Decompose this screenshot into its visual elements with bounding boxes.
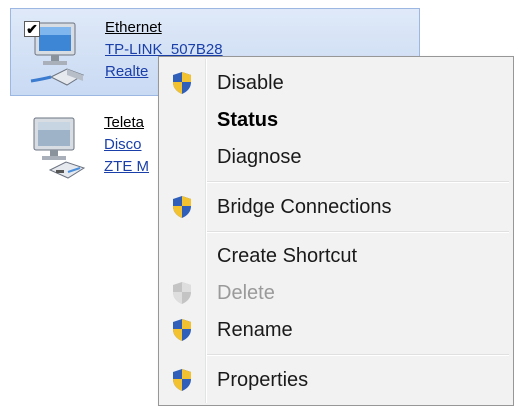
menu-item-create-shortcut[interactable]: Create Shortcut bbox=[161, 238, 511, 274]
menu-item-properties[interactable]: Properties bbox=[161, 362, 511, 398]
menu-item-diagnose[interactable]: Diagnose bbox=[161, 139, 511, 175]
uac-shield-icon bbox=[171, 281, 193, 305]
uac-shield-icon bbox=[171, 71, 193, 95]
menu-item-label: Rename bbox=[217, 319, 293, 341]
menu-separator bbox=[207, 181, 509, 183]
menu-item-disable[interactable]: Disable bbox=[161, 65, 511, 101]
menu-item-label: Bridge Connections bbox=[217, 196, 392, 218]
connection-adapter: ZTE M bbox=[104, 158, 149, 175]
enabled-checkbox[interactable]: ✔ bbox=[24, 21, 40, 37]
menu-item-rename[interactable]: Rename bbox=[161, 312, 511, 348]
connection-name[interactable]: Teleta bbox=[104, 112, 149, 134]
modem-network-adapter-icon bbox=[20, 114, 92, 184]
menu-separator bbox=[207, 354, 509, 356]
menu-item-status[interactable]: Status bbox=[161, 102, 511, 138]
uac-shield-icon bbox=[171, 195, 193, 219]
menu-item-label: Status bbox=[217, 109, 279, 131]
menu-separator bbox=[207, 231, 509, 233]
connection-status: Disco bbox=[104, 136, 142, 153]
menu-item-bridge-connections[interactable]: Bridge Connections bbox=[161, 189, 511, 225]
uac-shield-icon bbox=[171, 368, 193, 392]
menu-item-delete: Delete bbox=[161, 275, 511, 311]
menu-item-label: Disable bbox=[217, 72, 284, 94]
menu-item-label: Diagnose bbox=[217, 146, 302, 168]
menu-item-label: Properties bbox=[217, 369, 309, 391]
connection-name[interactable]: Ethernet bbox=[105, 17, 223, 39]
uac-shield-icon bbox=[171, 318, 193, 342]
menu-item-label: Delete bbox=[217, 282, 275, 304]
context-menu: Disable Status Diagnose Bridge Connectio… bbox=[158, 56, 514, 406]
menu-item-label: Create Shortcut bbox=[217, 245, 358, 267]
